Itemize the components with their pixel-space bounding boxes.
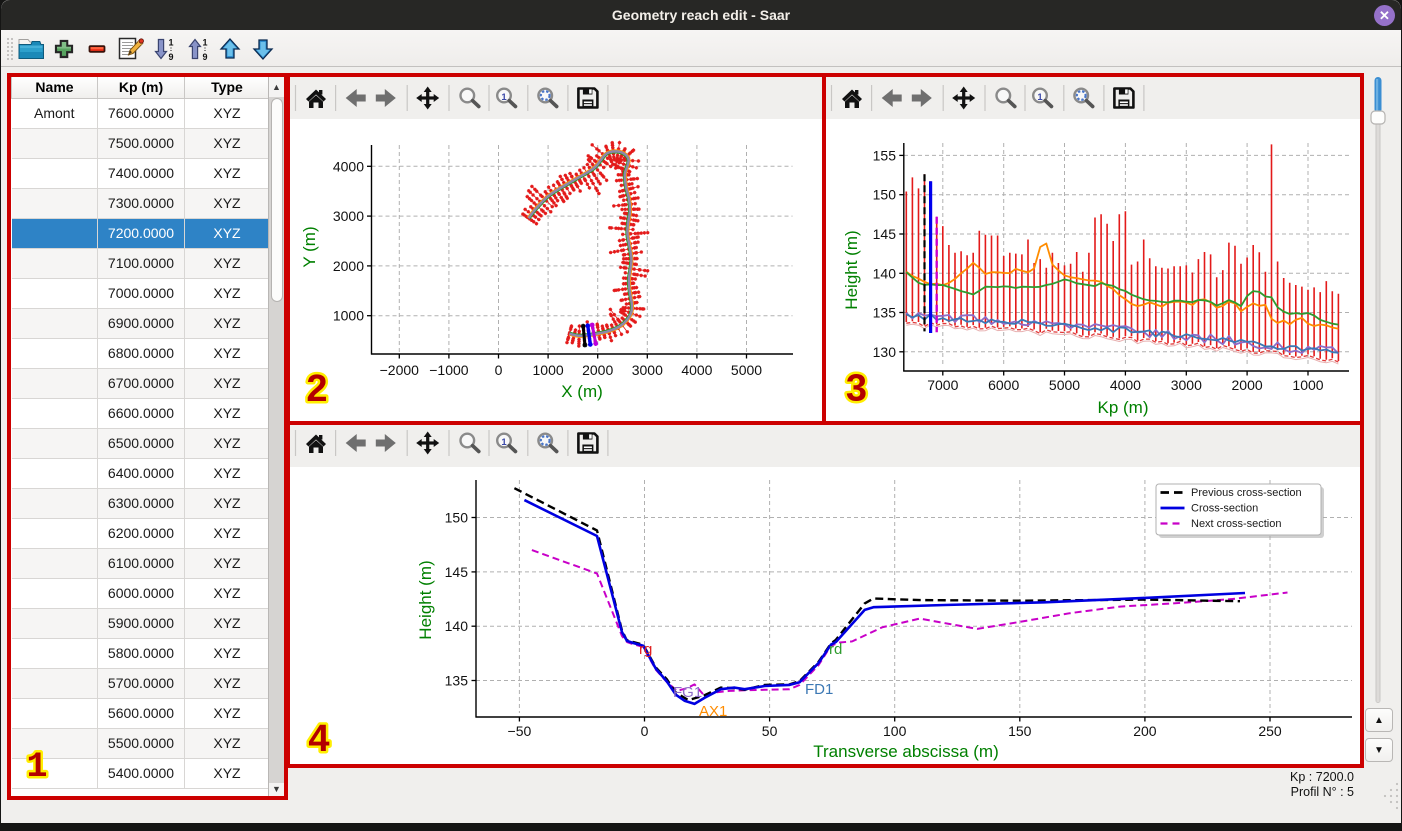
svg-text:2: 2 (306, 368, 327, 410)
svg-text:3: 3 (846, 368, 867, 410)
svg-text:1: 1 (26, 747, 47, 787)
svg-text:4: 4 (308, 718, 329, 760)
